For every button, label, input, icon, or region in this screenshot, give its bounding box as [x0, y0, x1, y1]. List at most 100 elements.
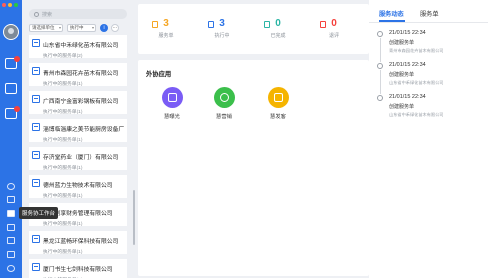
list-item[interactable]: 黑龙江蓝畅环保科技有限公司 执行中的服务单(1)	[29, 231, 127, 255]
list-item[interactable]: 厦门书生七剑科技有限公司执行中的服务单(1)	[29, 259, 127, 278]
list-item[interactable]: 青州市森园花卉苗木有限公司 执行中的服务单(1)	[29, 63, 127, 87]
company-name: 黑龙江蓝畅环保科技有限公司	[43, 239, 119, 245]
list-item[interactable]: 淄博临淄康之美节能厨房设备厂 执行中的服务单(1)	[29, 119, 127, 143]
company-icon	[32, 151, 40, 159]
search-placeholder: 搜索	[42, 11, 53, 18]
apps-panel: 外协应用 慧曝光 慧营销 慧发客	[138, 60, 369, 276]
order-count: 执行中的服务单(1)	[43, 273, 127, 278]
company-name: 存济堂药业（厦门）有限公司	[43, 155, 119, 161]
order-count: 执行中的服务单(1)	[43, 110, 83, 115]
order-count: 执行中的服务单(1)	[43, 82, 83, 87]
list-icon[interactable]	[7, 251, 15, 258]
mail-icon[interactable]	[7, 196, 15, 203]
timeline-line	[379, 70, 381, 94]
nav-rail	[0, 0, 22, 278]
company-icon	[32, 67, 40, 75]
stat-label: 已完成	[270, 33, 286, 39]
order-count: 执行中的服务单(1)	[43, 194, 83, 199]
stat-label: 退评	[328, 33, 339, 39]
stat-label: 服务单	[158, 33, 174, 39]
stat-item[interactable]: 3 执行中	[202, 18, 242, 39]
order-count: 执行中的服务单(1)	[43, 138, 83, 143]
timeline-item: 21/01/15 22:34 创建服务单山东省中禾绿化苗木有限公司	[376, 94, 481, 126]
activity-panel: 服务动态 服务单 21/01/15 22:34 创建服务单 青州市森园花卉苗木有限公…	[369, 0, 488, 278]
divider	[369, 22, 488, 23]
unread-badge	[14, 56, 20, 62]
calendar-icon[interactable]	[7, 224, 15, 231]
search-input[interactable]: 搜索	[29, 9, 127, 19]
apps-title: 外协应用	[146, 71, 172, 78]
company-icon	[32, 39, 40, 47]
timeline-text: 创建服务单	[389, 104, 415, 110]
stats-panel: 3 服务单 3 执行中 0 已完成 0 退评	[138, 4, 369, 54]
window-controls	[2, 3, 18, 7]
list-item[interactable]: 存济堂药业（厦门）有限公司 执行中的服务单(1)	[29, 147, 127, 171]
order-count: 执行中的服务单(1)	[43, 250, 83, 255]
maximize-window-button[interactable]	[14, 3, 18, 7]
company-list-panel: 搜索 请选择单位 执行中 i ⋯ 山东省中禾绿化苗木有限公司执行中的服务单(2)…	[22, 0, 133, 278]
stat-item[interactable]: 0 退评	[314, 18, 354, 39]
company-name: 厦门书生七剑科技有限公司	[43, 267, 113, 273]
company-icon	[32, 263, 40, 271]
stat-label: 执行中	[214, 33, 230, 39]
timeline-dot	[377, 63, 383, 69]
phone-icon[interactable]	[7, 237, 15, 244]
timeline-time: 21/01/15 22:34	[389, 30, 426, 36]
timeline-text: 创建服务单	[389, 40, 415, 46]
timeline-item: 21/01/15 22:34 创建服务单青州市森园花卉苗木有限公司	[376, 30, 481, 62]
app-tile[interactable]: 慧曝光	[152, 87, 192, 120]
more-button[interactable]: ⋯	[111, 24, 119, 32]
company-name: 德州蓝力生物技术有限公司	[43, 183, 113, 189]
timeline-item: 21/01/15 22:34 创建服务单山东省中禾绿化苗木有限公司	[376, 62, 481, 94]
list-item[interactable]: 山东省中禾绿化苗木有限公司 执行中的服务单(2)	[29, 35, 127, 59]
app-label: 慧营销	[216, 114, 232, 120]
avatar[interactable]	[3, 24, 19, 40]
contacts-icon[interactable]	[5, 83, 17, 94]
unit-dropdown[interactable]: 请选择单位	[29, 24, 63, 32]
stat-icon	[320, 21, 326, 28]
company-icon	[32, 235, 40, 243]
timeline-time: 21/01/15 22:34	[389, 94, 426, 100]
list-item[interactable]: 德州蓝力生物技术有限公司 执行中的服务单(1)	[29, 175, 127, 199]
app-tile[interactable]: 慧发客	[258, 87, 298, 120]
company-icon	[32, 95, 40, 103]
list-item[interactable]: 广西南宁金富彩钢板有限公司 执行中的服务单(1)	[29, 91, 127, 115]
stat-item[interactable]: 3 服务单	[146, 18, 186, 39]
tab-service-orders[interactable]: 服务单	[420, 9, 439, 18]
app-tile[interactable]: 慧营销	[204, 87, 244, 120]
workbench-icon[interactable]	[7, 210, 15, 217]
timeline-sub: 山东省中禾绿化苗木有限公司	[389, 112, 444, 117]
settings-icon[interactable]	[7, 265, 15, 272]
tab-service-activity[interactable]: 服务动态	[379, 9, 404, 18]
timeline-dot	[377, 95, 383, 101]
workbench-tooltip: 服务协工作台	[19, 207, 59, 219]
app-label: 慧发客	[270, 114, 286, 120]
company-name: 广西南宁金富彩钢板有限公司	[43, 99, 119, 105]
close-window-button[interactable]	[2, 3, 6, 7]
search-icon	[34, 11, 39, 17]
timeline-sub: 山东省中禾绿化苗木有限公司	[389, 80, 444, 85]
timeline-time: 21/01/15 22:34	[389, 62, 426, 68]
company-icon	[32, 123, 40, 131]
timeline-text: 创建服务单	[389, 72, 415, 78]
timeline-sub: 青州市森园花卉苗木有限公司	[389, 48, 444, 53]
order-count: 执行中的服务单(2)	[43, 54, 83, 59]
activity-timeline: 21/01/15 22:34 创建服务单 青州市森园花卉苗木有限公司 21/01/15…	[376, 30, 481, 126]
app-label: 慧曝光	[164, 114, 180, 120]
list-scrollbar[interactable]	[133, 190, 135, 245]
company-name: 青州市森园花卉苗木有限公司	[43, 71, 119, 77]
info-button[interactable]: i	[100, 24, 108, 32]
stat-icon	[208, 21, 214, 28]
customer-icon	[267, 87, 289, 108]
exposure-icon	[161, 87, 183, 108]
filter-bar: 请选择单位 执行中 i ⋯	[29, 24, 127, 33]
company-name: 淄博临淄康之美节能厨房设备厂	[43, 127, 125, 133]
timeline-line	[379, 38, 381, 62]
stat-icon	[152, 21, 158, 28]
company-cards: 山东省中禾绿化苗木有限公司 执行中的服务单(2) 青州市森园花卉苗木有限公司 执行中的…	[29, 35, 127, 278]
minimize-window-button[interactable]	[8, 3, 12, 7]
stat-item[interactable]: 0 已完成	[258, 18, 298, 39]
status-dropdown[interactable]: 执行中	[67, 24, 96, 32]
compass-icon[interactable]	[7, 183, 15, 190]
marketing-icon	[213, 87, 235, 108]
